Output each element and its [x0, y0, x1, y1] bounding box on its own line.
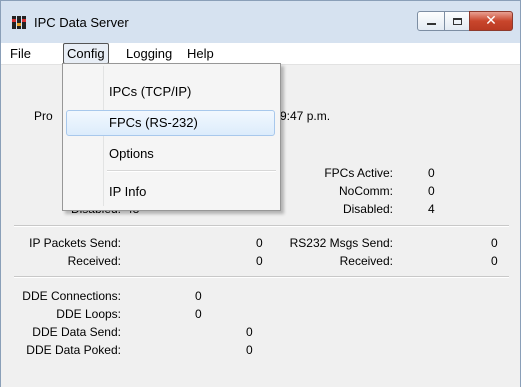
- menu-file[interactable]: File: [7, 46, 34, 61]
- menu-item-fpcs-rs232[interactable]: FPCs (RS-232): [109, 115, 198, 130]
- rs232-received-value: 0: [491, 254, 498, 268]
- rs232-send-value: 0: [491, 236, 498, 250]
- menu-config[interactable]: Config: [63, 43, 109, 64]
- dde-data-poked-value: 0: [246, 343, 253, 357]
- app-bars-icon[interactable]: [12, 16, 26, 29]
- fpcs-active-label: FPCs Active:: [324, 166, 393, 180]
- window-title: IPC Data Server: [34, 15, 129, 30]
- fpcs-disabled-value: 4: [428, 202, 435, 216]
- menu-bar: File Config Logging Help: [1, 43, 520, 65]
- rs232-send-label: RS232 Msgs Send:: [289, 236, 393, 250]
- nocomm-value: 0: [428, 184, 435, 198]
- menu-item-ip-info[interactable]: IP Info: [109, 184, 146, 199]
- time-value-partial: 9:47 p.m.: [280, 109, 331, 123]
- dde-data-send-label: DDE Data Send:: [32, 325, 121, 339]
- config-dropdown-menu: IPCs (TCP/IP) FPCs (RS-232) Options IP I…: [62, 63, 281, 211]
- close-button[interactable]: ✕: [469, 11, 513, 31]
- ip-packets-send-value: 0: [256, 236, 263, 250]
- nocomm-label: NoComm:: [338, 184, 393, 198]
- title-bar[interactable]: IPC Data Server ✕: [1, 1, 520, 43]
- minimize-button[interactable]: [417, 11, 445, 31]
- close-icon: ✕: [485, 13, 497, 29]
- dde-loops-value: 0: [195, 307, 202, 321]
- fpcs-disabled-label: Disabled:: [342, 202, 393, 216]
- fpcs-active-value: 0: [428, 166, 435, 180]
- menu-item-ipcs-tcpip[interactable]: IPCs (TCP/IP): [109, 84, 191, 99]
- menu-separator: [107, 170, 276, 172]
- maximize-icon: [452, 17, 462, 25]
- pro-label-partial: Pro: [34, 109, 53, 123]
- separator: [14, 276, 509, 278]
- app-window: IPC Data Server ✕ File Config Logging He…: [0, 0, 521, 387]
- dde-data-poked-label: DDE Data Poked:: [26, 343, 121, 357]
- rs232-received-label: Received:: [339, 254, 393, 268]
- menu-item-options[interactable]: Options: [109, 146, 154, 161]
- menu-logging[interactable]: Logging: [123, 46, 175, 61]
- minimize-icon: [426, 23, 436, 25]
- ip-received-value: 0: [256, 254, 263, 268]
- dde-data-send-value: 0: [246, 325, 253, 339]
- ip-packets-send-label: IP Packets Send:: [29, 236, 121, 250]
- menu-icon-gutter: [103, 66, 104, 206]
- dde-connections-label: DDE Connections:: [22, 289, 121, 303]
- ip-received-label: Received:: [67, 254, 121, 268]
- dde-loops-label: DDE Loops:: [56, 307, 121, 321]
- maximize-button[interactable]: [444, 11, 470, 31]
- separator: [14, 225, 509, 227]
- menu-help[interactable]: Help: [184, 46, 217, 61]
- dde-connections-value: 0: [195, 289, 202, 303]
